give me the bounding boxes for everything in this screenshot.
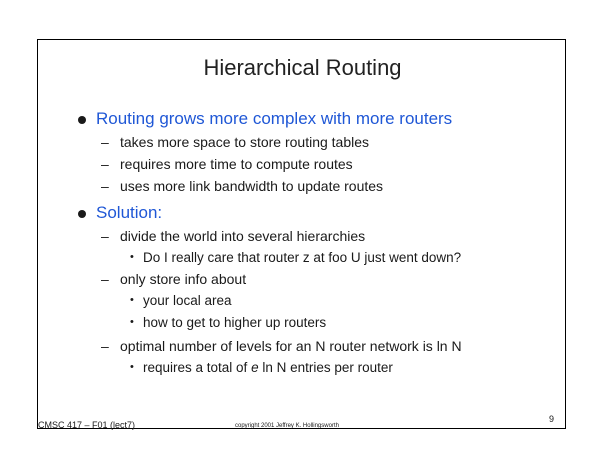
bullet-routing-complexity: Routing grows more complex with more rou… [96,109,453,128]
dash-marker: – [101,178,109,194]
slide-title: Hierarchical Routing [203,55,402,80]
bullet-solution: Solution: [96,203,163,222]
sub-item-hierarchies: divide the world into several hierarchie… [120,228,366,244]
sub-bullet-marker: • [130,316,134,328]
dash-marker: – [101,338,109,354]
sub-bullet-marker: • [130,294,134,306]
footer-copyright: copyright 2001 Jeffrey K. Hollingsworth [235,423,339,429]
entries-prefix: requires a total of [143,360,248,375]
subsub-item-local-area: your local area [143,293,232,308]
dash-marker: – [101,228,109,244]
dash-marker: – [101,271,109,287]
bullet-dot [78,116,86,124]
bullet-dot [78,210,86,218]
dash-marker: – [101,134,109,150]
footer-course: CMSC 417 – F01 (lect7) [38,420,136,430]
sub-item-space: takes more space to store routing tables [120,134,370,150]
sub-item-optimal-levels: optimal number of levels for an N router… [120,338,462,354]
dash-marker: – [101,156,109,172]
subsub-item-question: Do I really care that router z at foo U … [143,250,462,265]
sub-item-store-info: only store info about [120,271,247,287]
page-number: 9 [549,414,555,424]
sub-bullet-marker: • [130,251,134,263]
entries-variable: e [251,360,259,375]
sub-item-time: requires more time to compute routes [120,156,353,172]
sub-item-bandwidth: uses more link bandwidth to update route… [120,178,384,194]
sub-bullet-marker: • [130,361,134,373]
subsub-item-entries: requires a total of e ln N entries per r… [143,360,393,375]
entries-suffix: ln N entries per router [262,360,393,375]
subsub-item-higher-routers: how to get to higher up routers [143,315,327,330]
